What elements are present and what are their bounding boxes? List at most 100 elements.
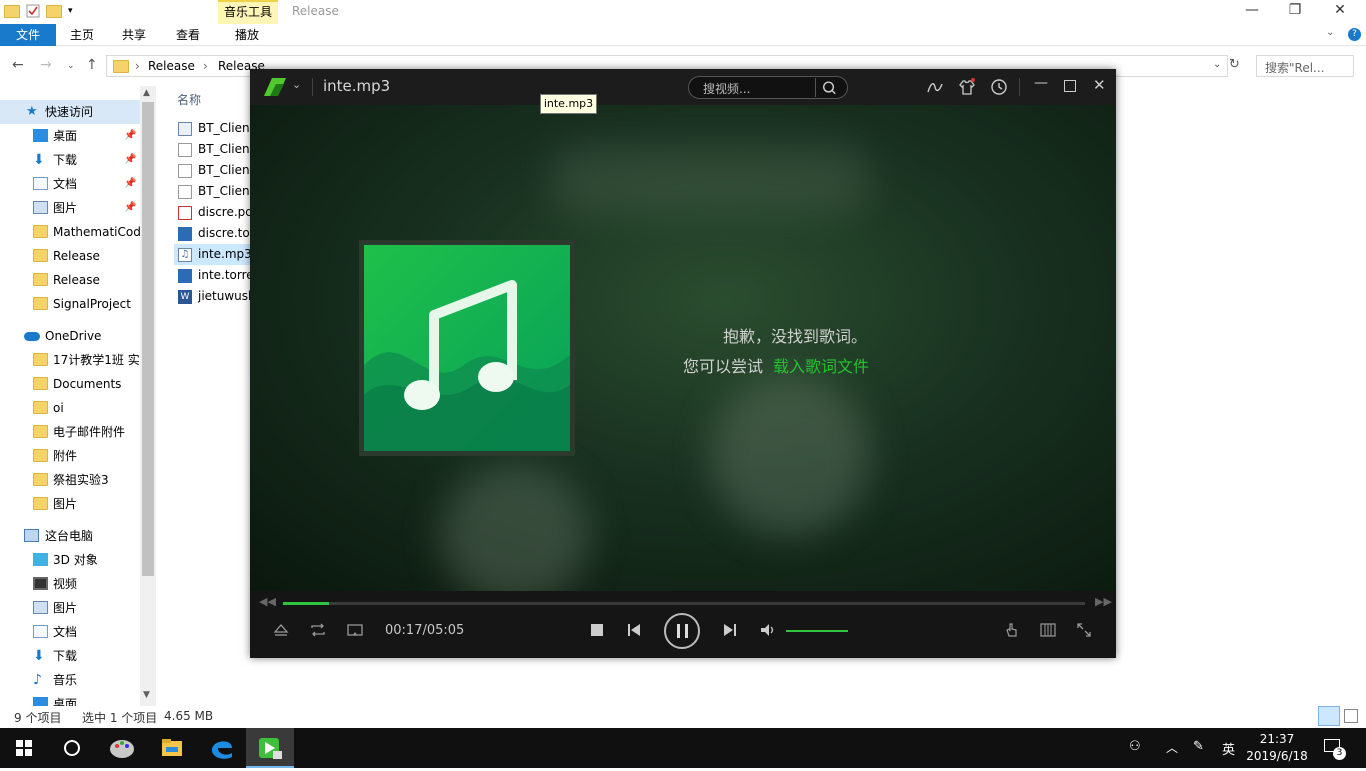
recent-dropdown-icon[interactable]: ⌄ <box>67 61 75 71</box>
breadcrumb-item[interactable]: Release <box>148 59 195 73</box>
cortana-button[interactable] <box>48 728 96 768</box>
nav-item-folder[interactable]: 图片 <box>0 492 140 516</box>
music-tools-context-tab[interactable]: 音乐工具 <box>218 0 278 24</box>
load-lyrics-link[interactable]: 载入歌词文件 <box>773 357 869 376</box>
scrollbar-thumb[interactable] <box>142 102 154 576</box>
tab-play[interactable]: 播放 <box>226 24 268 46</box>
nav-item-music[interactable]: ♪ 音乐 <box>0 668 140 692</box>
nav-item-pictures[interactable]: 图片 📌 <box>0 196 140 220</box>
nav-item-folder[interactable]: Release <box>0 268 140 292</box>
taskbar-app-player[interactable] <box>246 728 294 768</box>
nav-quick-access[interactable]: ★ 快速访问 <box>0 100 140 124</box>
search-icon[interactable] <box>815 78 843 97</box>
nav-item-folder[interactable]: 祭祖实验3 <box>0 468 140 492</box>
nav-item-desktop[interactable]: 桌面 📌 <box>0 124 140 148</box>
equalizer-icon[interactable] <box>926 78 944 96</box>
ribbon-expand-icon[interactable]: ⌄ <box>1326 27 1334 38</box>
qat-dropdown-icon[interactable]: ▾ <box>68 6 73 16</box>
nav-item-folder[interactable]: oi <box>0 396 140 420</box>
volume-slider[interactable] <box>786 630 848 632</box>
forward-icon[interactable]: → <box>40 57 52 73</box>
scroll-up-icon[interactable]: ▲ <box>143 88 150 98</box>
up-icon[interactable]: ↑ <box>86 57 98 73</box>
taskbar-app-paint[interactable] <box>98 728 146 768</box>
nav-item-downloads[interactable]: ⬇ 下载 <box>0 644 140 668</box>
file-row[interactable]: discre.tor <box>174 223 254 244</box>
file-row[interactable]: BT_Client <box>174 160 254 181</box>
player-logo-icon[interactable] <box>262 76 288 98</box>
taskbar-app-file-explorer[interactable] <box>148 728 196 768</box>
pin-icon[interactable]: 📌 <box>124 148 136 172</box>
nav-item-folder[interactable]: Release <box>0 244 140 268</box>
properties-icon[interactable] <box>26 4 40 18</box>
file-row[interactable]: BT_Client <box>174 181 254 202</box>
input-language-indicator[interactable]: 英 <box>1222 739 1235 758</box>
nav-item-pictures[interactable]: 图片 <box>0 596 140 620</box>
nav-item-desktop[interactable]: 桌面 <box>0 692 140 706</box>
file-row[interactable]: inte.torre <box>174 265 254 286</box>
minimize-icon[interactable]: — <box>1034 75 1048 91</box>
help-icon[interactable]: ? <box>1348 28 1361 41</box>
previous-icon[interactable] <box>623 619 645 641</box>
file-row[interactable]: BT_Client <box>174 118 254 139</box>
gesture-icon[interactable] <box>1001 619 1023 641</box>
repeat-icon[interactable] <box>307 619 329 641</box>
tab-view[interactable]: 查看 <box>168 24 208 46</box>
people-icon[interactable]: ⚇ <box>1129 739 1141 754</box>
file-row[interactable]: discre.pd <box>174 202 254 223</box>
folder-icon[interactable] <box>4 4 20 18</box>
back-icon[interactable]: ← <box>12 57 24 73</box>
screen-cast-icon[interactable] <box>344 619 366 641</box>
nav-item-videos[interactable]: 视频 <box>0 572 140 596</box>
nav-item-folder[interactable]: 电子邮件附件 <box>0 420 140 444</box>
nav-item-folder[interactable]: Documents <box>0 372 140 396</box>
stop-icon[interactable] <box>586 619 608 641</box>
video-search-input[interactable]: 搜视频... <box>688 76 848 99</box>
playlist-icon[interactable] <box>1037 619 1059 641</box>
fullscreen-icon[interactable] <box>1073 619 1095 641</box>
column-header-name[interactable]: 名称 <box>177 91 201 108</box>
pause-button[interactable] <box>664 613 700 649</box>
scroll-down-icon[interactable]: ▼ <box>143 690 150 700</box>
logo-dropdown-icon[interactable]: ⌄ <box>292 78 301 91</box>
nav-item-folder[interactable]: SignalProject <box>0 292 140 316</box>
seek-back-icon[interactable]: ◀◀ <box>259 595 276 608</box>
file-row[interactable]: BT_Client <box>174 139 254 160</box>
close-button[interactable]: ✕ <box>1320 2 1360 18</box>
taskbar-app-edge[interactable] <box>198 728 246 768</box>
pin-icon[interactable]: 📌 <box>124 172 136 196</box>
pin-icon[interactable]: 📌 <box>124 124 136 148</box>
file-row[interactable]: Wjietuwush <box>174 286 254 307</box>
close-icon[interactable]: ✕ <box>1093 76 1106 94</box>
eject-icon[interactable] <box>270 619 292 641</box>
refresh-icon[interactable]: ↻ <box>1229 57 1240 72</box>
progress-bar[interactable] <box>283 602 1085 605</box>
new-folder-icon[interactable] <box>46 4 62 18</box>
details-view-icon[interactable] <box>1318 706 1340 726</box>
nav-item-folder[interactable]: MathematiCod <box>0 220 140 244</box>
nav-item-3d-objects[interactable]: 3D 对象 <box>0 548 140 572</box>
maximize-icon[interactable] <box>1064 80 1076 92</box>
show-hidden-icons-icon[interactable]: ︿ <box>1166 739 1178 756</box>
search-input[interactable]: 搜索"Rel... <box>1256 55 1354 77</box>
history-icon[interactable] <box>990 78 1008 96</box>
address-dropdown-icon[interactable]: ⌄ <box>1213 59 1221 70</box>
volume-icon[interactable] <box>757 619 779 641</box>
nav-item-documents[interactable]: 文档 📌 <box>0 172 140 196</box>
seek-forward-icon[interactable]: ▶▶ <box>1095 595 1112 608</box>
minimize-button[interactable]: — <box>1232 2 1272 18</box>
tab-share[interactable]: 共享 <box>114 24 154 46</box>
nav-item-folder[interactable]: 17计教学1班 实 <box>0 348 140 372</box>
nav-item-documents[interactable]: 文档 <box>0 620 140 644</box>
skin-icon[interactable] <box>958 78 976 96</box>
nav-item-downloads[interactable]: ⬇ 下载 📌 <box>0 148 140 172</box>
nav-this-pc[interactable]: 这台电脑 <box>0 524 140 548</box>
large-icons-view-icon[interactable] <box>1344 709 1358 723</box>
tab-file[interactable]: 文件 <box>0 24 56 46</box>
action-center-button[interactable]: 3 <box>1322 738 1346 760</box>
nav-onedrive[interactable]: OneDrive <box>0 324 140 348</box>
tab-home[interactable]: 主页 <box>62 24 102 46</box>
restore-button[interactable]: ❐ <box>1275 2 1315 18</box>
next-icon[interactable] <box>719 619 741 641</box>
nav-scrollbar[interactable]: ▲ ▼ <box>140 86 156 706</box>
